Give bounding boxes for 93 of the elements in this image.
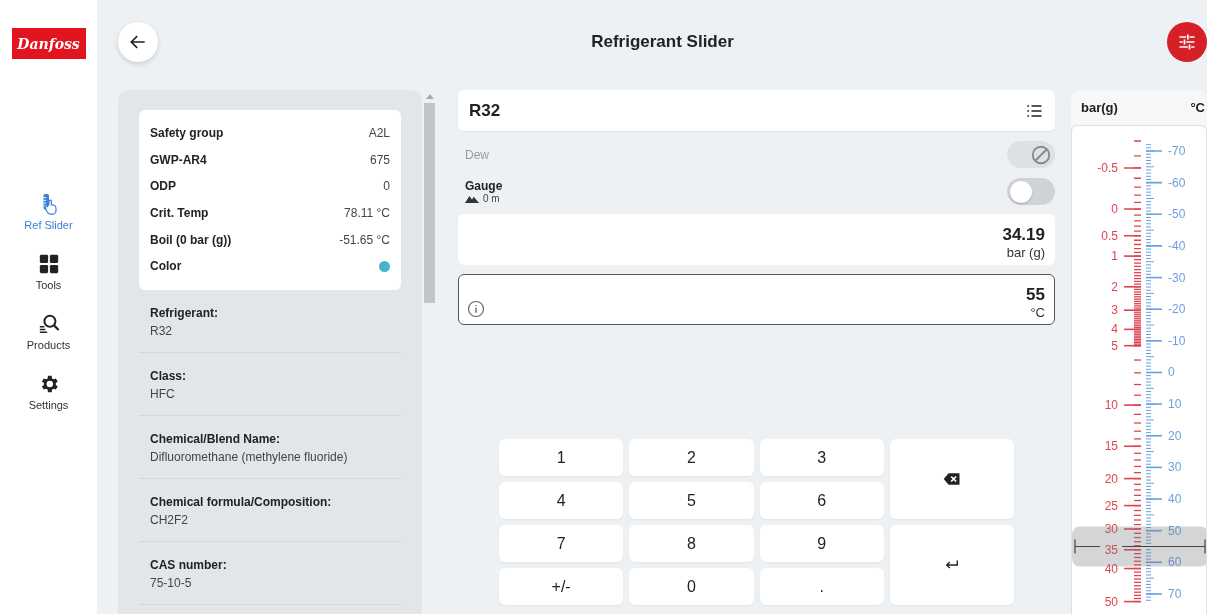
temperature-label: 20 [1168,428,1182,443]
temperature-label: 30 [1168,460,1182,475]
field-unit: bar (g) [1006,245,1045,260]
pressure-label: 0.5 [1101,228,1118,243]
property-label: Safety group [150,126,224,141]
property-label: ODP [150,179,176,194]
pressure-label: 50 [1104,594,1118,609]
toggle-label: Dew [465,147,489,162]
pressure-label: 10 [1104,398,1118,413]
nav-item[interactable]: Ref Slider [8,193,89,231]
temperature-label: -40 [1168,238,1186,253]
keypad-key[interactable]: 1 [499,439,624,476]
logo: Danfoss [11,28,86,59]
property-value: 78.11 °C [344,206,390,221]
pressure-label: 15 [1104,439,1118,454]
scroll-up-icon [425,94,434,99]
property-value: -51.65 °C [339,232,390,247]
filter-button[interactable] [1167,22,1207,62]
info-label: Refrigerant: [150,304,219,322]
nav-item[interactable]: Tools [8,253,89,291]
property-label: Color [150,259,182,274]
grid-icon [37,253,60,275]
property-value: 675 [369,152,390,167]
pressure-label: 20 [1104,471,1118,486]
altitude-value: 0 m [483,193,500,204]
prohibited-icon [1030,143,1052,166]
info-label: Chemical/Blend Name: [150,430,282,448]
keypad-key[interactable]: 4 [499,482,624,519]
keypad-key[interactable]: 9 [759,525,884,562]
nav-item[interactable]: Settings [8,373,89,411]
keypad-key[interactable]: 3 [759,439,884,476]
keypad-key[interactable]: 0 [629,568,754,605]
temperature-label: 60 [1168,555,1182,570]
pressure-label: 1 [1111,249,1118,264]
field-value: 55 [1026,285,1045,305]
info-value: 75-10-5 [150,574,193,592]
temperature-label: -50 [1168,207,1186,222]
nav-item[interactable]: Products [8,313,89,351]
pressure-label: 4 [1111,322,1118,337]
keypad-key[interactable]: 8 [629,525,754,562]
info-icon[interactable] [467,300,485,318]
field-value: 34.19 [1002,225,1045,245]
temperature-label: 0 [1168,365,1175,380]
pressure-label: 40 [1104,561,1118,576]
refrigerant-selector[interactable]: R32 [458,90,1055,131]
pressure-field[interactable]: 34.19 bar (g) [458,214,1055,265]
temperature-label: 50 [1168,523,1182,538]
pressure-label: 25 [1104,498,1118,513]
property-value: 0 [383,179,390,194]
property-value: A2L [368,126,390,141]
property-label: Boil (0 bar (g)) [150,232,232,247]
pressure-label: -0.5 [1097,160,1118,175]
temperature-label: 70 [1168,586,1182,601]
info-label: CAS number: [150,556,228,574]
keypad-key[interactable]: 7 [499,525,624,562]
property-label: GWP-AR4 [150,152,207,167]
temperature-label: -20 [1168,302,1186,317]
pressure-label: 2 [1111,279,1118,294]
scroll-thumb[interactable] [424,103,435,303]
pressure-label: 35 [1104,542,1118,557]
keypad-key[interactable]: 6 [759,482,884,519]
sliders-icon [1177,32,1197,52]
keypad-key[interactable]: . [759,568,884,605]
field-unit: °C [1030,305,1045,320]
temperature-label: 40 [1168,492,1182,507]
info-value: R32 [150,322,173,340]
info-value: Difluoromethane (methylene fluoride) [150,448,349,466]
info-value: CH2F2 [150,511,189,529]
pressure-label: 3 [1111,303,1118,318]
info-label: Chemical formula/Composition: [150,493,333,511]
info-value: HFC [150,385,176,403]
temperature-unit: °C [1190,100,1205,115]
search-icon [37,313,60,335]
temperature-label: -70 [1168,144,1186,158]
pressure-unit: bar(g) [1081,100,1118,115]
temperature-field[interactable]: 55 °C [458,274,1055,325]
pressure-label: 30 [1104,522,1118,536]
page-title: Refrigerant Slider [591,32,734,52]
temperature-label: -30 [1168,270,1186,285]
info-label: Class: [150,367,188,385]
keypad-key[interactable]: 5 [629,482,754,519]
temperature-label: -60 [1168,175,1186,190]
keypad-key[interactable]: 2 [629,439,754,476]
temperature-label: 10 [1168,397,1182,412]
mountain-icon [465,194,479,203]
pressure-label: 0 [1111,202,1118,217]
keypad-key[interactable]: +/- [499,568,624,605]
toggle-label: Gauge [465,179,503,193]
property-label: Crit. Temp [150,206,209,221]
pressure-label: 5 [1111,338,1118,353]
temperature-label: -10 [1168,333,1186,348]
toggle-switch[interactable] [1007,178,1055,205]
back-button[interactable] [118,22,158,62]
